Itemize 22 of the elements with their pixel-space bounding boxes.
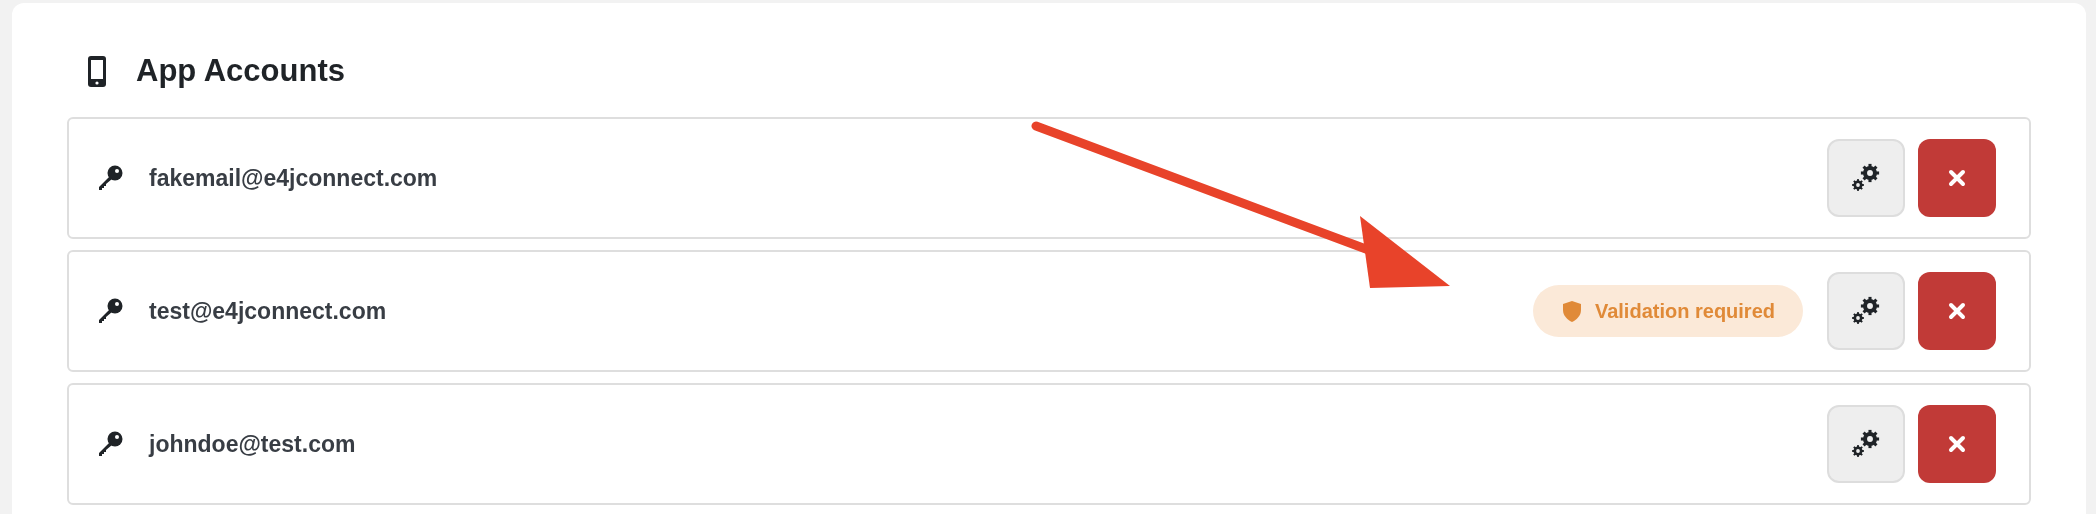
close-icon: [1948, 169, 1966, 187]
phone-icon: [88, 55, 106, 87]
key-icon: [97, 165, 123, 191]
gears-icon: [1851, 429, 1881, 459]
delete-button[interactable]: [1918, 405, 1996, 483]
section-title: App Accounts: [136, 53, 345, 89]
close-icon: [1948, 302, 1966, 320]
shield-icon: [1562, 300, 1581, 322]
settings-button[interactable]: [1827, 139, 1905, 217]
account-email: test@e4jconnect.com: [149, 297, 387, 325]
gears-icon: [1851, 296, 1881, 326]
delete-button[interactable]: [1918, 272, 1996, 350]
close-icon: [1948, 435, 1966, 453]
account-email: johndoe@test.com: [149, 430, 356, 458]
key-icon: [97, 298, 123, 324]
settings-button[interactable]: [1827, 272, 1905, 350]
delete-button[interactable]: [1918, 139, 1996, 217]
key-icon: [97, 431, 123, 457]
account-email: fakemail@e4jconnect.com: [149, 164, 438, 192]
badge-label: Validation required: [1594, 299, 1775, 323]
settings-button[interactable]: [1827, 405, 1905, 483]
gears-icon: [1851, 163, 1881, 193]
